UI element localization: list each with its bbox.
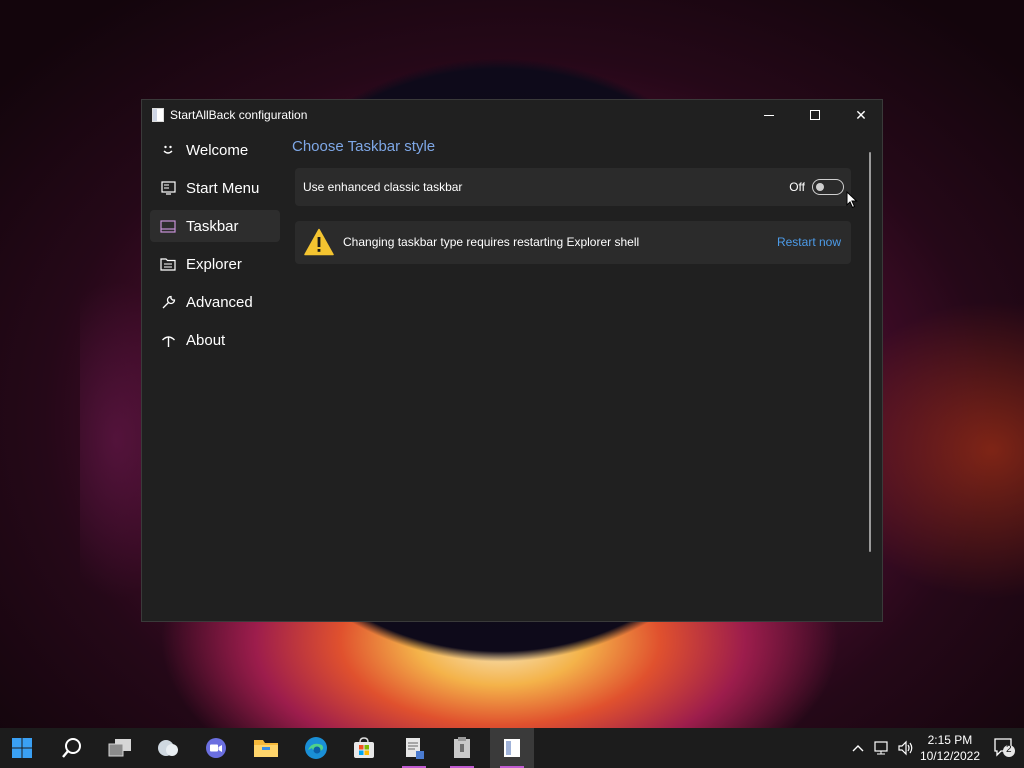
startallback-config-window: StartAllBack configuration ✕ Welcome Sta… [141,99,883,622]
sidebar-item-taskbar[interactable]: Taskbar [150,210,280,242]
search-button[interactable] [50,728,94,768]
notification-icon [994,738,1015,757]
file-explorer-button[interactable] [244,728,288,768]
restart-now-link[interactable]: Restart now [777,235,841,249]
warning-message: Changing taskbar type requires restartin… [343,235,640,249]
show-hidden-icons-button[interactable] [848,738,868,758]
sidebar-item-label: Explorer [186,255,242,273]
cloud-icon [158,740,178,756]
windows-logo-icon [12,738,32,758]
notification-center-button[interactable]: 2 [994,738,1016,758]
startallback-icon [504,739,520,757]
speaker-icon [898,740,913,756]
sidebar-item-start-menu[interactable]: Start Menu [150,172,280,204]
setting-label: Use enhanced classic taskbar [303,180,463,194]
notification-count: 2 [1006,744,1012,755]
video-chat-icon [206,738,226,758]
search-icon [62,738,81,758]
minimize-button[interactable] [746,100,792,130]
edge-button[interactable] [294,728,338,768]
window-title: StartAllBack configuration [170,108,308,122]
title-bar[interactable]: StartAllBack configuration ✕ [142,100,882,130]
minimize-icon [764,114,774,116]
archive-icon [454,737,470,758]
clock-date: 10/12/2022 [919,749,980,763]
close-icon: ✕ [855,106,867,123]
notepad-app-button[interactable] [392,728,436,768]
edge-icon [305,737,327,759]
start-button[interactable] [0,728,44,768]
section-title: Choose Taskbar style [292,138,436,155]
folder-icon [254,740,278,757]
sidebar-item-label: Start Menu [186,179,260,197]
startallback-app-button[interactable] [490,728,534,768]
network-icon [874,741,888,755]
weather-button[interactable] [146,728,190,768]
startallback-app-icon [152,108,164,122]
maximize-icon [810,110,820,120]
document-icon [406,738,424,759]
sidebar-item-label: Welcome [186,141,249,159]
vertical-scrollbar[interactable] [869,152,871,552]
explorer-icon [160,256,176,272]
start-menu-icon [160,180,176,196]
task-view-button[interactable] [98,728,142,768]
close-button[interactable]: ✕ [838,100,884,130]
sidebar-nav: Welcome Start Menu Taskbar Explorer Adva… [150,134,280,362]
main-content: Choose Taskbar style Use enhanced classi… [292,138,852,264]
smiley-icon [160,142,176,158]
archive-app-button[interactable] [440,728,484,768]
volume-button[interactable] [896,738,916,758]
sidebar-item-about[interactable]: About [150,324,280,356]
sidebar-item-advanced[interactable]: Advanced [150,286,280,318]
chevron-up-icon [852,745,864,752]
about-icon [160,332,176,348]
maximize-button[interactable] [792,100,838,130]
network-button[interactable] [872,738,892,758]
taskbar: 2:15 PM 10/12/2022 2 [0,728,1024,768]
toggle-knob [816,183,824,191]
toggle-state-text: Off [789,180,805,194]
store-button[interactable] [342,728,386,768]
store-icon [354,737,374,758]
enhanced-taskbar-toggle[interactable] [812,179,844,195]
task-view-icon [108,739,131,757]
sidebar-item-label: Taskbar [186,217,239,235]
enhanced-taskbar-setting-card: Use enhanced classic taskbar Off [295,168,851,206]
sidebar-item-label: Advanced [186,293,253,311]
wrench-icon [160,294,176,310]
taskbar-icon [160,218,176,234]
teams-chat-button[interactable] [194,728,238,768]
warning-icon [304,228,334,256]
sidebar-item-label: About [186,331,226,349]
sidebar-item-explorer[interactable]: Explorer [150,248,280,280]
mouse-cursor-icon [846,191,858,209]
sidebar-item-welcome[interactable]: Welcome [150,134,280,166]
clock-time: 2:15 PM [927,733,973,747]
clock[interactable]: 2:15 PM 10/12/2022 [920,732,980,764]
restart-warning-card: Changing taskbar type requires restartin… [295,221,851,264]
